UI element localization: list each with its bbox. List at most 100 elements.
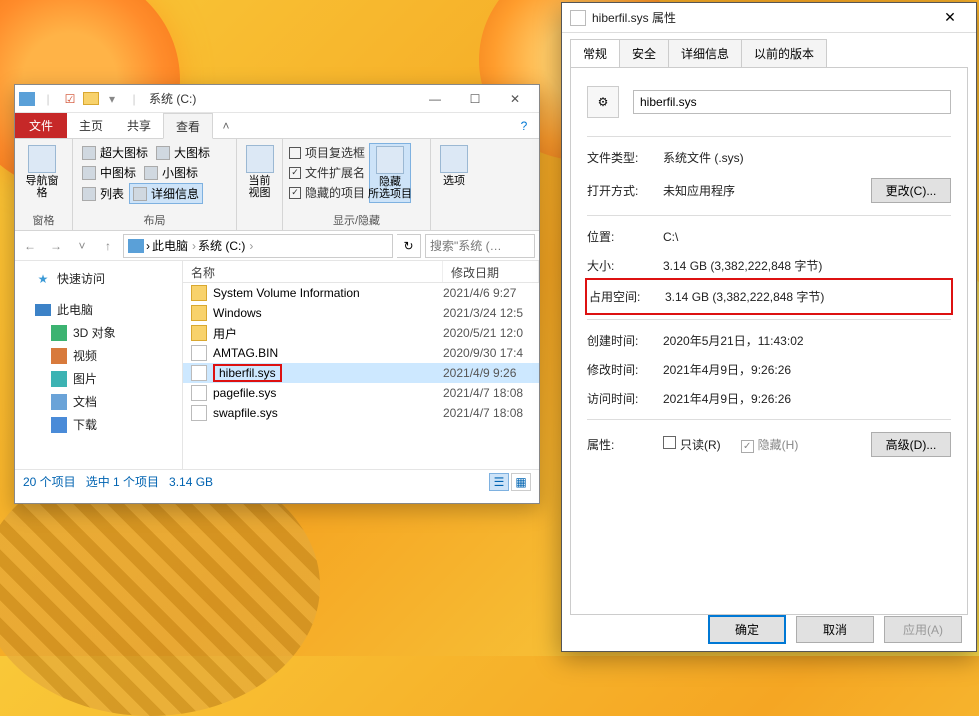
folder-icon [83, 92, 99, 105]
tab-previous-versions[interactable]: 以前的版本 [741, 39, 827, 67]
value-location: C:\ [663, 230, 951, 244]
list-header[interactable]: 名称 修改日期 [183, 261, 539, 283]
properties-body: ⚙ hiberfil.sys 文件类型:系统文件 (.sys) 打开方式:未知应… [570, 67, 968, 615]
ribbon-collapse-button[interactable]: ˄ [213, 113, 239, 138]
file-list: 名称 修改日期 System Volume Information2021/4/… [183, 261, 539, 469]
nav-documents[interactable]: 文档 [17, 390, 180, 413]
group-label-panes: 窗格 [21, 210, 66, 228]
chk-hidden-items[interactable]: ✓隐藏的项目 [289, 183, 365, 202]
status-count: 20 个项目 [23, 473, 76, 490]
breadcrumb-item[interactable]: 此电脑› [152, 237, 196, 254]
options-button[interactable]: 选项 [437, 143, 471, 189]
group-label-layout: 布局 [79, 210, 230, 228]
tab-details[interactable]: 详细信息 [668, 39, 742, 67]
refresh-button[interactable]: ↻ [397, 234, 421, 258]
address-bar: ← → ˅ ↑ › 此电脑› 系统 (C:)› ↻ 搜索"系统 (… [15, 231, 539, 261]
close-button[interactable]: ✕ [932, 4, 968, 32]
table-row[interactable]: AMTAG.BIN2020/9/30 17:4 [183, 343, 539, 363]
properties-tabs: 常规 安全 详细信息 以前的版本 [562, 33, 976, 67]
table-row[interactable]: swapfile.sys2021/4/7 18:08 [183, 403, 539, 423]
table-row[interactable]: System Volume Information2021/4/6 9:27 [183, 283, 539, 303]
qa-separator: | [39, 90, 57, 108]
explorer-titlebar[interactable]: | ☑ ▾ | 系统 (C:) — ☐ ✕ [15, 85, 539, 113]
hide-selected-button[interactable]: 隐藏 所选项目 [369, 143, 411, 203]
breadcrumb[interactable]: › 此电脑› 系统 (C:)› [123, 234, 393, 258]
dialog-buttons: 确定 取消 应用(A) [562, 607, 976, 651]
tab-home[interactable]: 主页 [67, 113, 115, 138]
value-sizeondisk: 3.14 GB (3,382,222,848 字节) [665, 288, 949, 305]
folder-icon [191, 305, 207, 321]
nav-back-button[interactable]: ← [19, 235, 41, 257]
value-openwith: 未知应用程序 [663, 182, 871, 199]
nav-up-button[interactable]: ↑ [97, 235, 119, 257]
apply-button[interactable]: 应用(A) [884, 616, 962, 643]
value-filetype: 系统文件 (.sys) [663, 149, 951, 166]
change-button[interactable]: 更改(C)... [871, 178, 951, 203]
nav-videos[interactable]: 视频 [17, 344, 180, 367]
label-filetype: 文件类型: [587, 149, 663, 166]
label-accessed: 访问时间: [587, 390, 663, 407]
tab-security[interactable]: 安全 [619, 39, 669, 67]
value-size: 3.14 GB (3,382,222,848 字节) [663, 257, 951, 274]
file-icon [191, 345, 207, 361]
tab-file[interactable]: 文件 [15, 113, 67, 138]
current-view-button[interactable]: 当前 视图 [243, 143, 276, 201]
label-created: 创建时间: [587, 332, 663, 349]
table-row[interactable]: 用户2020/5/21 12:0 [183, 323, 539, 343]
status-selected: 选中 1 个项目 [86, 473, 159, 490]
file-icon [191, 385, 207, 401]
chk-item-checkboxes[interactable]: 项目复选框 [289, 143, 365, 162]
folder-icon [191, 285, 207, 301]
layout-medium[interactable]: 中图标 [79, 163, 139, 182]
tab-share[interactable]: 共享 [115, 113, 163, 138]
ok-button[interactable]: 确定 [708, 615, 786, 644]
label-sizeondisk: 占用空间: [589, 288, 665, 305]
file-icon [191, 365, 207, 381]
nav-downloads[interactable]: 下载 [17, 413, 180, 436]
label-openwith: 打开方式: [587, 182, 663, 199]
table-row[interactable]: hiberfil.sys2021/4/9 9:26 [183, 363, 539, 383]
file-icon [191, 405, 207, 421]
layout-list[interactable]: 列表 [79, 183, 127, 204]
cancel-button[interactable]: 取消 [796, 616, 874, 643]
layout-extra-large[interactable]: 超大图标 [79, 143, 151, 162]
label-attributes: 属性: [587, 436, 663, 453]
close-button[interactable]: ✕ [495, 85, 535, 113]
layout-large[interactable]: 大图标 [153, 143, 213, 162]
chk-file-extensions[interactable]: ✓文件扩展名 [289, 163, 365, 182]
view-thumbnails-icon[interactable]: ▦ [511, 473, 531, 491]
label-size: 大小: [587, 257, 663, 274]
col-date[interactable]: 修改日期 [443, 261, 539, 282]
nav-forward-button[interactable]: → [45, 235, 67, 257]
maximize-button[interactable]: ☐ [455, 85, 495, 113]
filename-field[interactable]: hiberfil.sys [633, 90, 951, 114]
nav-this-pc[interactable]: 此电脑 [17, 298, 180, 321]
layout-details[interactable]: 详细信息 [129, 183, 203, 204]
tab-general[interactable]: 常规 [570, 39, 620, 67]
folder-icon [191, 325, 207, 341]
tab-view[interactable]: 查看 [163, 113, 213, 139]
value-accessed: 2021年4月9日，9:26:26 [663, 390, 951, 407]
label-modified: 修改时间: [587, 361, 663, 378]
navigation-tree[interactable]: ★快速访问 此电脑 3D 对象 视频 图片 文档 下载 [15, 261, 183, 469]
qa-checkbox-icon[interactable]: ☑ [61, 90, 79, 108]
navigation-pane-button[interactable]: 导航窗格 [21, 143, 63, 201]
help-button[interactable]: ? [509, 113, 539, 138]
search-input[interactable]: 搜索"系统 (… [425, 234, 535, 258]
nav-recent-button[interactable]: ˅ [71, 235, 93, 257]
chk-readonly[interactable]: 只读(R) [663, 436, 721, 453]
breadcrumb-item[interactable]: 系统 (C:)› [198, 237, 253, 254]
view-details-icon[interactable]: ☰ [489, 473, 509, 491]
nav-pictures[interactable]: 图片 [17, 367, 180, 390]
minimize-button[interactable]: — [415, 85, 455, 113]
advanced-button[interactable]: 高级(D)... [871, 432, 951, 457]
nav-3d-objects[interactable]: 3D 对象 [17, 321, 180, 344]
properties-titlebar[interactable]: hiberfil.sys 属性 ✕ [562, 3, 976, 33]
col-name[interactable]: 名称 [183, 261, 443, 282]
file-type-icon: ⚙ [587, 86, 619, 118]
nav-quick-access[interactable]: ★快速访问 [17, 267, 180, 290]
layout-small[interactable]: 小图标 [141, 163, 201, 182]
table-row[interactable]: pagefile.sys2021/4/7 18:08 [183, 383, 539, 403]
qa-overflow[interactable]: ▾ [103, 90, 121, 108]
table-row[interactable]: Windows2021/3/24 12:5 [183, 303, 539, 323]
